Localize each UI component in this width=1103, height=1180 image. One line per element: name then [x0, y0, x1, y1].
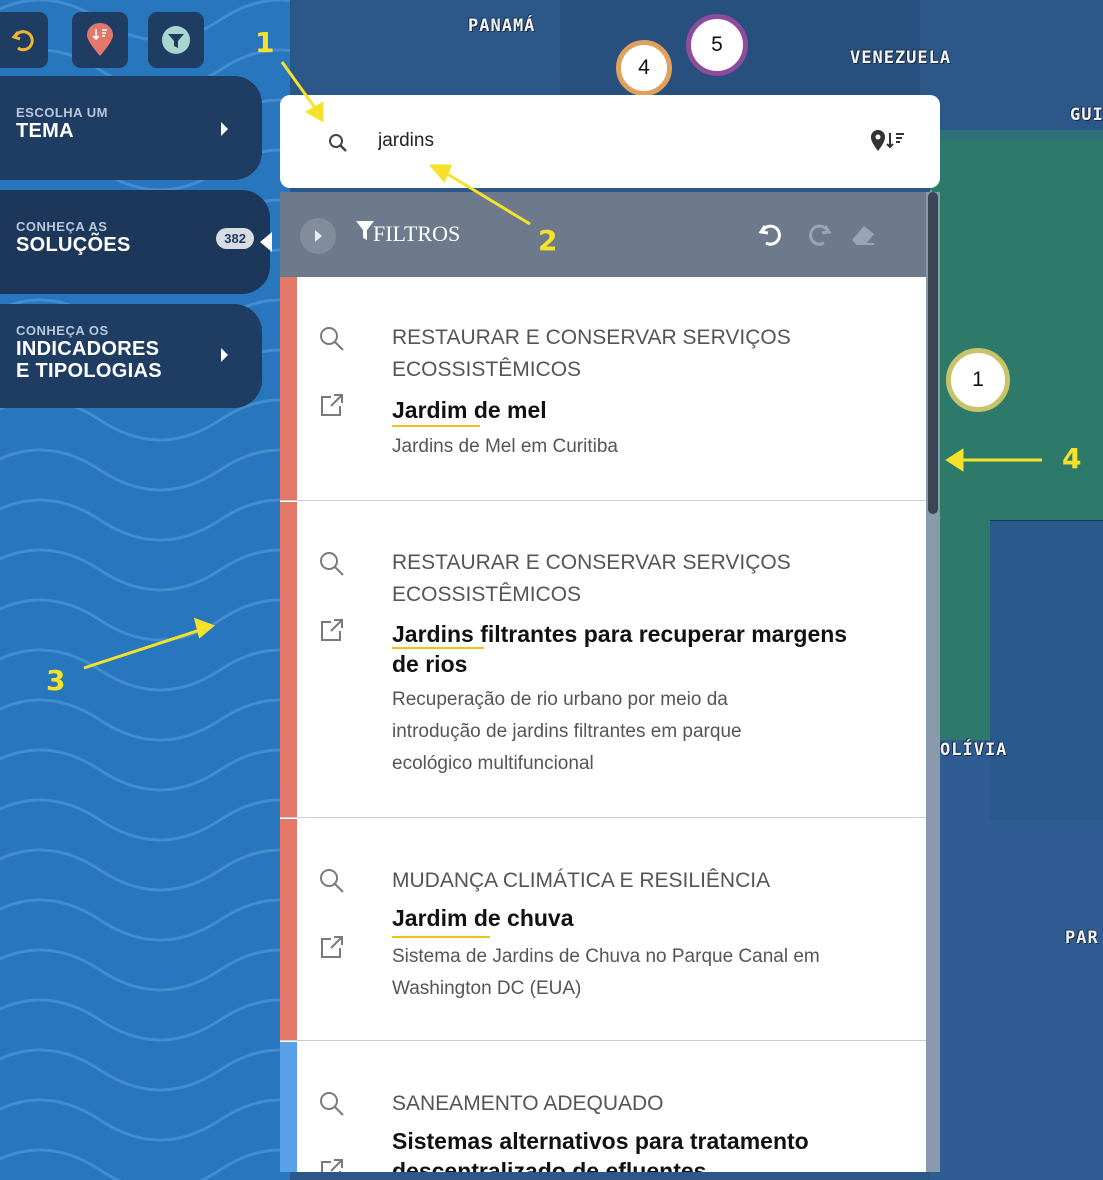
annotation-number: 2	[538, 224, 558, 257]
annotation-number: 1	[255, 26, 275, 59]
annotation-arrows	[83, 61, 1042, 670]
annotation-number: 3	[46, 664, 66, 697]
annotation-number: 4	[1062, 442, 1082, 475]
